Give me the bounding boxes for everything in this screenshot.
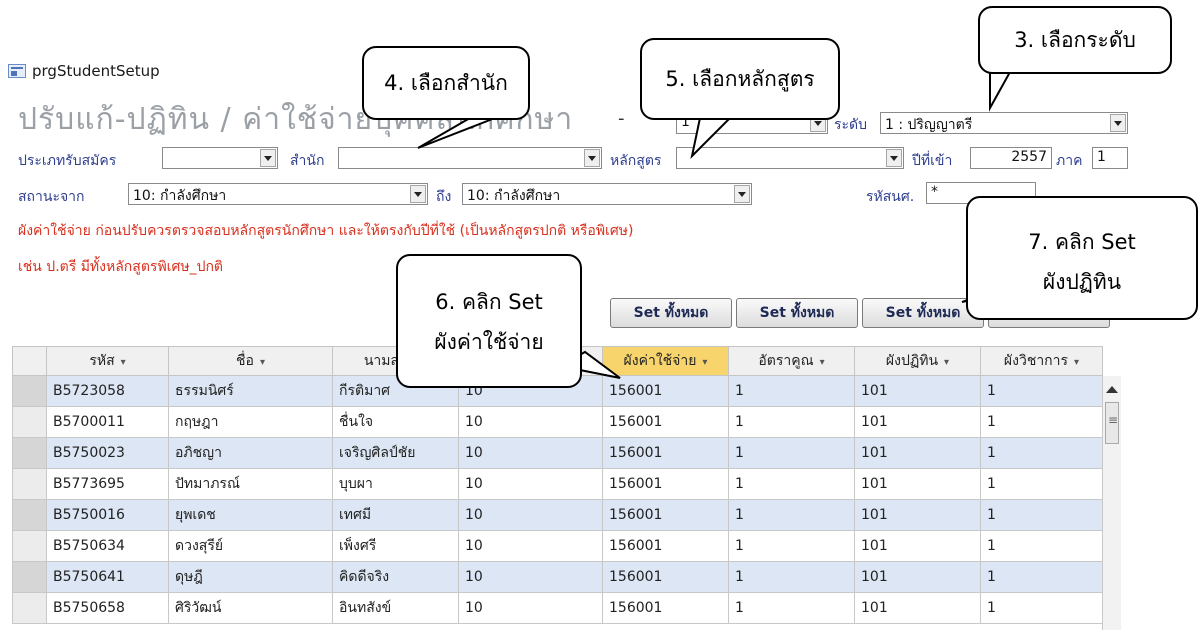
callout-4: 4. เลือกสำนัก: [362, 46, 530, 120]
callout-3-pointer: [989, 71, 1012, 112]
callout-7-line-1: 7. คลิก Set: [1028, 230, 1136, 254]
callout-6-line-1: 6. คลิก Set: [435, 290, 543, 314]
callout-3: 3. เลือกระดับ: [978, 6, 1172, 74]
callout-7-line-2: ผังปฏิทิน: [1042, 270, 1122, 294]
callout-6-line-2: ผังค่าใช้จ่าย: [434, 330, 544, 354]
callout-5-pointer: [690, 117, 733, 160]
callout-7: 7. คลิก Set ผังปฏิทิน: [966, 196, 1198, 320]
callout-6: 6. คลิก Set ผังค่าใช้จ่าย: [396, 254, 582, 388]
callout-4-pointer: [417, 117, 496, 149]
callout-5: 5. เลือกหลักสูตร: [640, 38, 840, 120]
